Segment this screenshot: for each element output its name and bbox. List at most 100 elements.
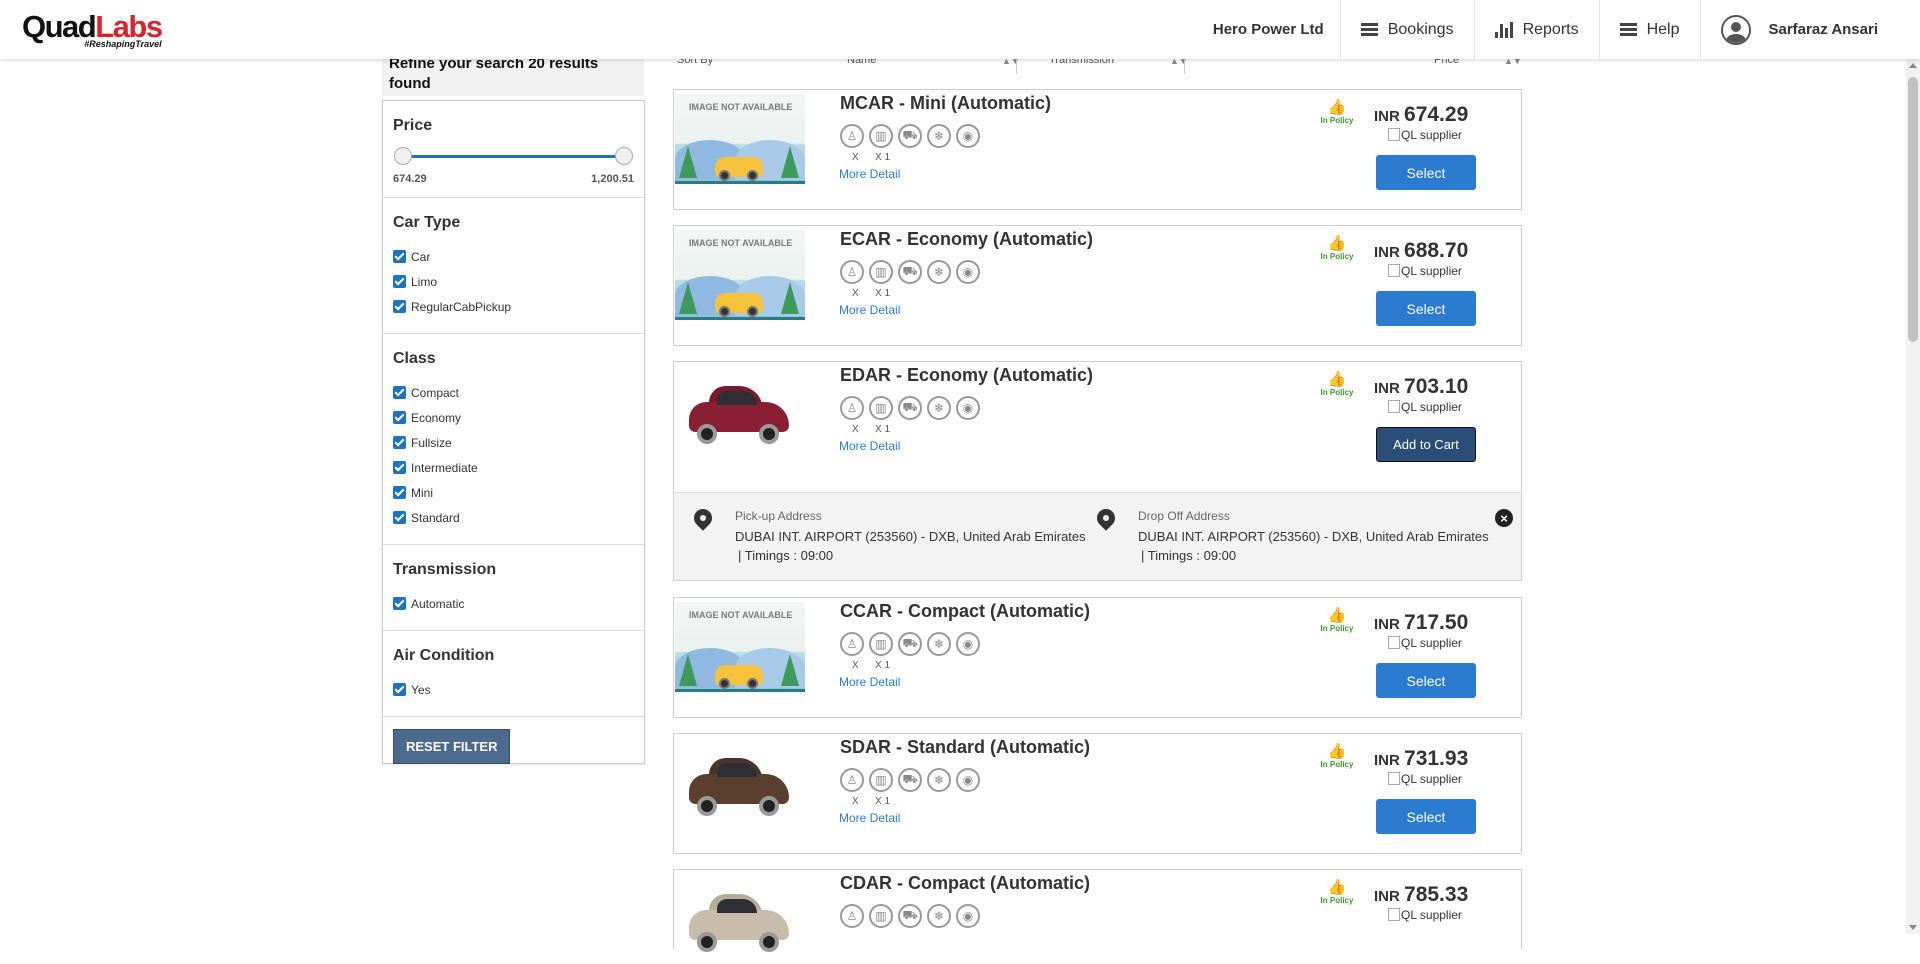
checkbox-icon	[393, 597, 406, 610]
price-range-values: 674.29 1,200.51	[393, 173, 634, 185]
price-amount: 688.70	[1404, 239, 1469, 262]
checkbox-regularcabpickup[interactable]: RegularCabPickup	[393, 294, 634, 319]
dropoff-timing: | Timings : 09:00	[1141, 548, 1237, 563]
car-title: SDAR - Standard (Automatic)	[840, 737, 1091, 757]
result-card: IMAGE NOT AVAILABLE CCAR - Compact (Auto…	[673, 597, 1522, 718]
nav-help[interactable]: Help	[1598, 0, 1700, 59]
in-policy-label: In Policy	[1320, 388, 1354, 397]
quadlabs-logo[interactable]: QuadLabs #ReshapingTravel	[22, 11, 163, 49]
page-scrollbar[interactable]	[1906, 59, 1920, 934]
checkbox-fullsize[interactable]: Fullsize	[393, 430, 634, 455]
more-detail-link[interactable]: More Detail	[839, 167, 900, 181]
thumbs-up-icon: 👍	[1327, 743, 1347, 760]
result-card: IMAGE NOT AVAILABLE ECAR - Economy (Auto…	[673, 225, 1522, 346]
more-detail-link[interactable]: More Detail	[839, 811, 900, 825]
more-detail-link[interactable]: More Detail	[839, 675, 900, 689]
pax-count: X	[852, 152, 859, 163]
price-amount: 703.10	[1404, 375, 1469, 398]
more-detail-link[interactable]: More Detail	[839, 303, 900, 317]
thumbs-up-icon: 👍	[1327, 235, 1347, 252]
car-seat-icon: ⛟	[898, 260, 922, 284]
nav-bookings-label: Bookings	[1387, 20, 1454, 38]
scrollbar-thumb[interactable]	[1908, 77, 1918, 342]
checkbox-label: Mini	[411, 485, 434, 500]
snowflake-icon: ❄	[927, 124, 951, 148]
car-type-filter: Car Type Car Limo RegularCabPickup	[383, 198, 644, 334]
close-icon[interactable]: ×	[1495, 509, 1513, 527]
broken-image-icon	[1388, 128, 1400, 141]
checkbox-automatic[interactable]: Automatic	[393, 591, 634, 616]
air-condition-filter-title: Air Condition	[393, 647, 495, 664]
broken-image-icon	[1388, 636, 1400, 649]
in-policy-label: In Policy	[1320, 252, 1354, 261]
supplier: QL supplier	[1388, 400, 1462, 414]
checkbox-icon	[393, 250, 406, 263]
add-to-cart-button[interactable]: Add to Cart	[1376, 427, 1476, 462]
nav-reports[interactable]: Reports	[1473, 0, 1599, 59]
nav-bookings[interactable]: Bookings	[1339, 0, 1474, 59]
checkbox-economy[interactable]: Economy	[393, 405, 634, 430]
menu-icon	[1619, 21, 1637, 38]
nav-help-label: Help	[1646, 20, 1680, 38]
car-image: IMAGE NOT AVAILABLE	[675, 602, 807, 692]
slider-min-handle[interactable]	[394, 147, 412, 165]
car-title: CDAR - Compact (Automatic)	[840, 873, 1090, 893]
select-button[interactable]: Select	[1376, 799, 1476, 834]
address-panel: Pick-up Address DUBAI INT. AIRPORT (2535…	[674, 492, 1521, 580]
broken-image-icon	[1388, 264, 1400, 277]
car-seat-icon: ⛟	[898, 124, 922, 148]
snowflake-icon: ❄	[927, 904, 951, 928]
car-image	[675, 366, 807, 456]
supplier-label: QL supplier	[1401, 400, 1462, 414]
main-nav: Hero Power Ltd Bookings Reports Help Sar…	[1197, 0, 1898, 59]
scroll-down-icon[interactable]	[1909, 925, 1917, 930]
pax-count: X	[852, 796, 859, 807]
checkbox-standard[interactable]: Standard	[393, 505, 634, 530]
currency: INR	[1374, 616, 1400, 633]
select-button[interactable]: Select	[1376, 291, 1476, 326]
price: INR 674.29	[1374, 103, 1504, 127]
price-amount: 731.93	[1404, 747, 1469, 770]
snowflake-icon: ❄	[927, 260, 951, 284]
checkbox-label: RegularCabPickup	[411, 299, 512, 314]
luggage-icon: ▥	[869, 904, 893, 928]
snowflake-icon: ❄	[927, 768, 951, 792]
car-type-filter-title: Car Type	[393, 214, 461, 231]
currency: INR	[1374, 752, 1400, 769]
checkbox-car[interactable]: Car	[393, 244, 634, 269]
feature-icons: ♙ ▥ ⛟ ❄ ◉	[840, 904, 980, 928]
checkbox-mini[interactable]: Mini	[393, 480, 634, 505]
more-detail-link[interactable]: More Detail	[839, 439, 900, 453]
user-menu[interactable]: Sarfaraz Ansari	[1699, 0, 1899, 59]
checkbox-ac-yes[interactable]: Yes	[393, 677, 634, 702]
feature-icons: ♙ ▥ ⛟ ❄ ◉	[840, 768, 980, 792]
feature-icons: ♙ ▥ ⛟ ❄ ◉	[840, 396, 980, 420]
price-range-slider[interactable]	[394, 147, 633, 167]
in-policy-badge: 👍 In Policy	[1314, 880, 1360, 906]
supplier-label: QL supplier	[1401, 908, 1462, 922]
checkbox-limo[interactable]: Limo	[393, 269, 634, 294]
supplier: QL supplier	[1388, 772, 1462, 786]
scroll-up-icon[interactable]	[1909, 63, 1917, 68]
bulb-icon: ◉	[956, 124, 980, 148]
feature-icons: ♙ ▥ ⛟ ❄ ◉	[840, 260, 980, 284]
feature-icons: ♙ ▥ ⛟ ❄ ◉	[840, 124, 980, 148]
checkbox-compact[interactable]: Compact	[393, 380, 634, 405]
checkbox-intermediate[interactable]: Intermediate	[393, 455, 634, 480]
class-filter: Class Compact Economy Fullsize Intermedi…	[383, 334, 644, 545]
select-button[interactable]: Select	[1376, 663, 1476, 698]
in-policy-badge: 👍 In Policy	[1314, 100, 1360, 126]
price: INR 731.93	[1374, 747, 1504, 771]
bulb-icon: ◉	[956, 260, 980, 284]
in-policy-label: In Policy	[1320, 624, 1354, 633]
slider-max-handle[interactable]	[615, 147, 633, 165]
car-title: MCAR - Mini (Automatic)	[840, 93, 1051, 113]
reset-filter-button[interactable]: RESET FILTER	[393, 729, 511, 764]
price: INR 703.10	[1374, 375, 1504, 399]
checkbox-icon	[393, 386, 406, 399]
checkbox-label: Compact	[411, 385, 460, 400]
select-button[interactable]: Select	[1376, 155, 1476, 190]
result-card: IMAGE NOT AVAILABLE MCAR - Mini (Automat…	[673, 89, 1522, 210]
pax-count: X	[852, 288, 859, 299]
person-icon: ♙	[840, 632, 864, 656]
